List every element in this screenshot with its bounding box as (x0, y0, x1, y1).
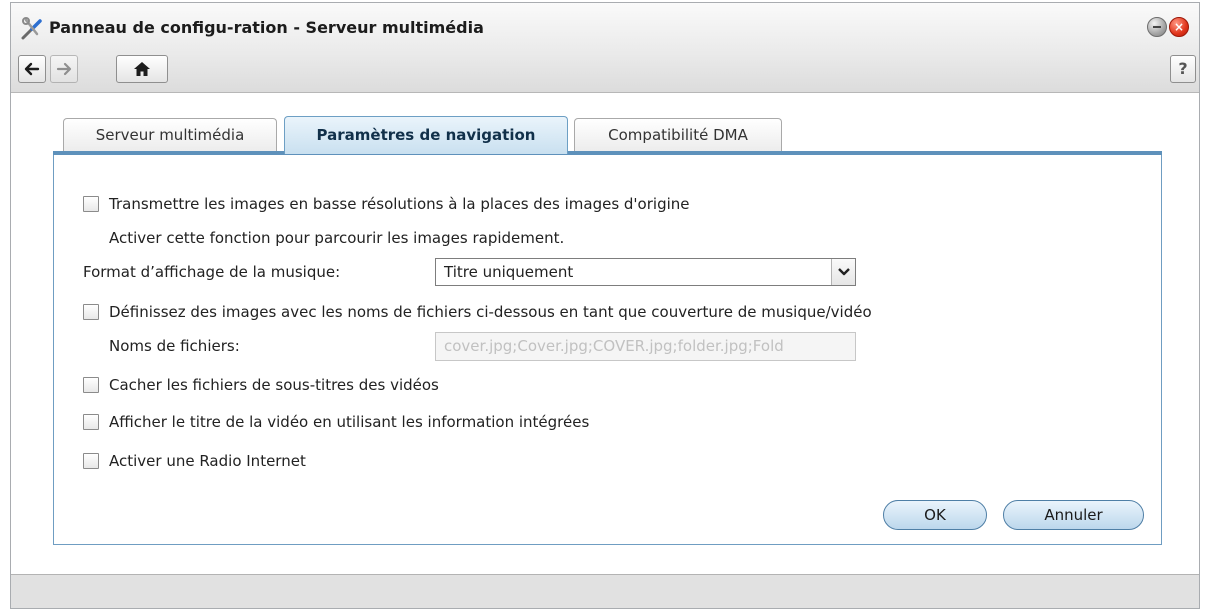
music-format-label: Format d’affichage de la musique: (83, 263, 341, 281)
low-res-checkbox[interactable] (83, 196, 99, 212)
tab-parametres-navigation[interactable]: Paramètres de navigation (284, 116, 568, 154)
back-button[interactable] (18, 55, 46, 83)
filenames-input: cover.jpg;Cover.jpg;COVER.jpg;folder.jpg… (435, 332, 856, 361)
tools-icon (21, 17, 42, 40)
hide-subtitles-checkbox[interactable] (83, 377, 99, 393)
video-title-checkbox[interactable] (83, 414, 99, 430)
chevron-down-icon (838, 268, 850, 276)
minimize-icon[interactable] (1147, 17, 1167, 37)
hide-subtitles-label: Cacher les fichiers de sous-titres des v… (109, 376, 439, 394)
home-button[interactable] (116, 55, 168, 83)
internet-radio-checkbox[interactable] (83, 453, 99, 469)
arrow-left-icon (24, 62, 40, 76)
cover-images-label: Définissez des images avec les noms de f… (109, 303, 872, 321)
dropdown-button[interactable] (831, 259, 855, 285)
ok-button[interactable]: OK (883, 500, 987, 530)
filenames-label: Noms de fichiers: (109, 337, 240, 355)
cover-images-checkbox[interactable] (83, 304, 99, 320)
low-res-label: Transmettre les images en basse résoluti… (109, 195, 690, 213)
cover-images-option[interactable]: Définissez des images avec les noms de f… (83, 301, 872, 323)
video-title-option[interactable]: Afficher le titre de la vidéo en utilisa… (83, 411, 589, 433)
panel-accent-line (53, 151, 1162, 155)
low-res-hint: Activer cette fonction pour parcourir le… (109, 229, 565, 247)
hide-subtitles-option[interactable]: Cacher les fichiers de sous-titres des v… (83, 374, 439, 396)
help-button[interactable]: ? (1170, 55, 1196, 83)
video-title-label: Afficher le titre de la vidéo en utilisa… (109, 413, 590, 431)
tab-serveur-multimedia[interactable]: Serveur multimédia (63, 118, 277, 152)
cancel-button[interactable]: Annuler (1003, 500, 1144, 530)
internet-radio-label: Activer une Radio Internet (109, 452, 306, 470)
music-format-value: Titre uniquement (444, 263, 574, 281)
close-icon[interactable]: × (1169, 17, 1189, 37)
music-format-select[interactable]: Titre uniquement (435, 258, 856, 286)
title-bar: Panneau de configu-ration - Serveur mult… (11, 3, 1199, 93)
arrow-right-icon (56, 62, 72, 76)
forward-button[interactable] (50, 55, 78, 83)
internet-radio-option[interactable]: Activer une Radio Internet (83, 450, 306, 472)
tab-compatibilite-dma[interactable]: Compatibilité DMA (574, 118, 782, 152)
low-res-option[interactable]: Transmettre les images en basse résoluti… (83, 193, 690, 215)
window-title: Panneau de configu-ration - Serveur mult… (49, 18, 484, 37)
status-bar (11, 574, 1199, 608)
home-icon (134, 62, 150, 76)
